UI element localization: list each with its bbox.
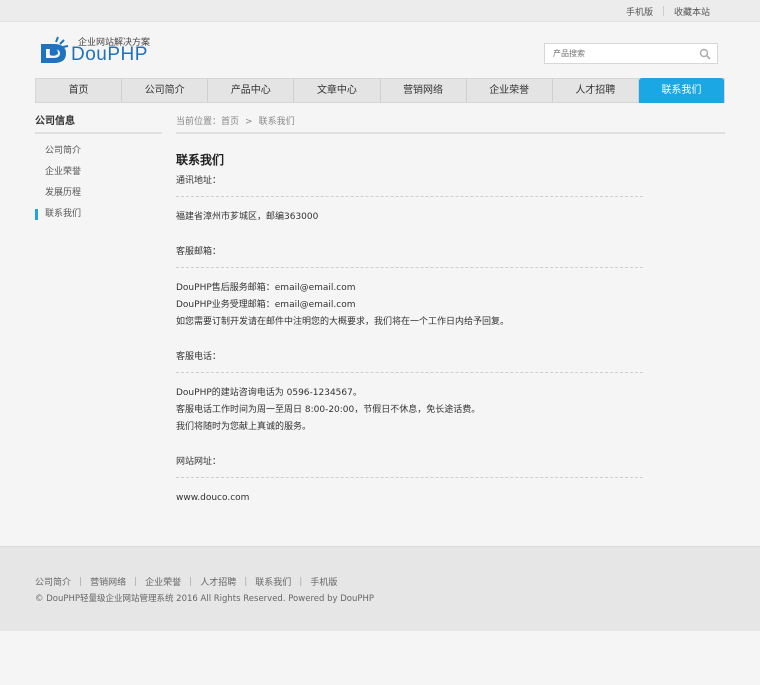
nav-item-network[interactable]: 营销网络 [381,79,467,102]
main-content: 当前位置：首页 > 联系我们 联系我们 通讯地址： 福建省漳州市芗城区，邮编3630… [176,113,725,507]
nav-item-articles[interactable]: 文章中心 [294,79,381,102]
footer-separator: | [79,576,83,587]
logo-leaf-icon [41,36,69,63]
mobile-version-link[interactable]: 手机版 [616,5,663,18]
top-bar: 手机版 收藏本站 [0,0,760,22]
add-favorite-link[interactable]: 收藏本站 [664,5,720,18]
footer-link-honors[interactable]: 企业荣誉 [145,575,181,588]
website-text: www.douco.com [176,493,250,503]
breadcrumb-prefix: 当前位置： [176,117,222,127]
search-icon[interactable] [699,48,711,60]
sidebar-item-history[interactable]: 发展历程 [35,183,162,204]
footer-links: 公司简介 | 营销网络 | 企业荣誉 | 人才招聘 | 联系我们 | 手机版 [35,575,337,589]
nav-item-home[interactable]: 首页 [36,79,123,102]
footer-separator: | [299,576,303,587]
website-label: 网站网址： [176,457,222,467]
nav-item-contact[interactable]: 联系我们 [638,78,724,103]
address-label: 通讯地址： [176,176,222,186]
search-input[interactable] [545,44,685,63]
top-links: 手机版 收藏本站 [616,0,720,22]
main-nav: 首页 公司简介 产品中心 文章中心 营销网络 企业荣誉 人才招聘 联系我们 [35,78,725,103]
search-box [544,43,718,64]
footer-link-jobs[interactable]: 人才招聘 [200,575,236,588]
breadcrumb-current[interactable]: 联系我们 [259,117,295,127]
footer-link-about[interactable]: 公司简介 [35,575,71,588]
breadcrumb: 当前位置：首页 > 联系我们 [176,113,725,134]
contact-details: 通讯地址： 福建省漳州市芗城区，邮编363000 客服邮箱： DouPHP售后服… [176,173,643,507]
footer-link-network[interactable]: 营销网络 [90,575,126,588]
nav-item-products[interactable]: 产品中心 [208,79,295,102]
phone-line: 客服电话工作时间为周一至周日 8:00-20:00，节假日不休息，免长途话费。 [176,405,481,415]
address-text: 福建省漳州市芗城区，邮编363000 [176,212,319,222]
copyright: © DouPHP轻量级企业网站管理系统 2016 All Rights Rese… [35,594,374,604]
nav-item-jobs[interactable]: 人才招聘 [553,79,639,102]
footer-separator: | [134,576,138,587]
email-label: 客服邮箱： [176,247,222,257]
phone-line: 我们将随时为您献上真诚的服务。 [176,422,312,432]
email-line: 如您需要订制开发请在邮件中注明您的大概要求，我们将在一个工作日内给予回复。 [176,317,510,327]
nav-item-about[interactable]: 公司简介 [122,79,209,102]
nav-item-honors[interactable]: 企业荣誉 [467,79,553,102]
sidebar: 公司信息 公司简介 企业荣誉 发展历程 联系我们 [35,113,162,225]
email-line: DouPHP业务受理邮箱：email@email.com [176,300,356,310]
sidebar-item-honors[interactable]: 企业荣誉 [35,162,162,183]
logo-brand: DouPHP [71,44,148,65]
footer-separator: | [244,576,248,587]
email-line: DouPHP售后服务邮箱：email@email.com [176,283,356,293]
sidebar-item-about[interactable]: 公司简介 [35,141,162,162]
breadcrumb-home[interactable]: 首页 [221,117,239,127]
footer-separator: | [189,576,193,587]
footer-link-mobile[interactable]: 手机版 [310,575,337,588]
footer-link-contact[interactable]: 联系我们 [255,575,291,588]
sidebar-title: 公司信息 [35,113,162,134]
page-title: 联系我们 [176,153,225,167]
footer: 公司简介 | 营销网络 | 企业荣誉 | 人才招聘 | 联系我们 | 手机版 ©… [0,546,760,631]
phone-label: 客服电话： [176,352,222,362]
phone-line: DouPHP的建站咨询电话为 0596-1234567。 [176,388,362,398]
site-logo[interactable]: 企业网站解决方案 DouPHP [40,31,170,67]
sidebar-item-contact[interactable]: 联系我们 [35,204,162,225]
breadcrumb-separator: > [245,117,253,127]
